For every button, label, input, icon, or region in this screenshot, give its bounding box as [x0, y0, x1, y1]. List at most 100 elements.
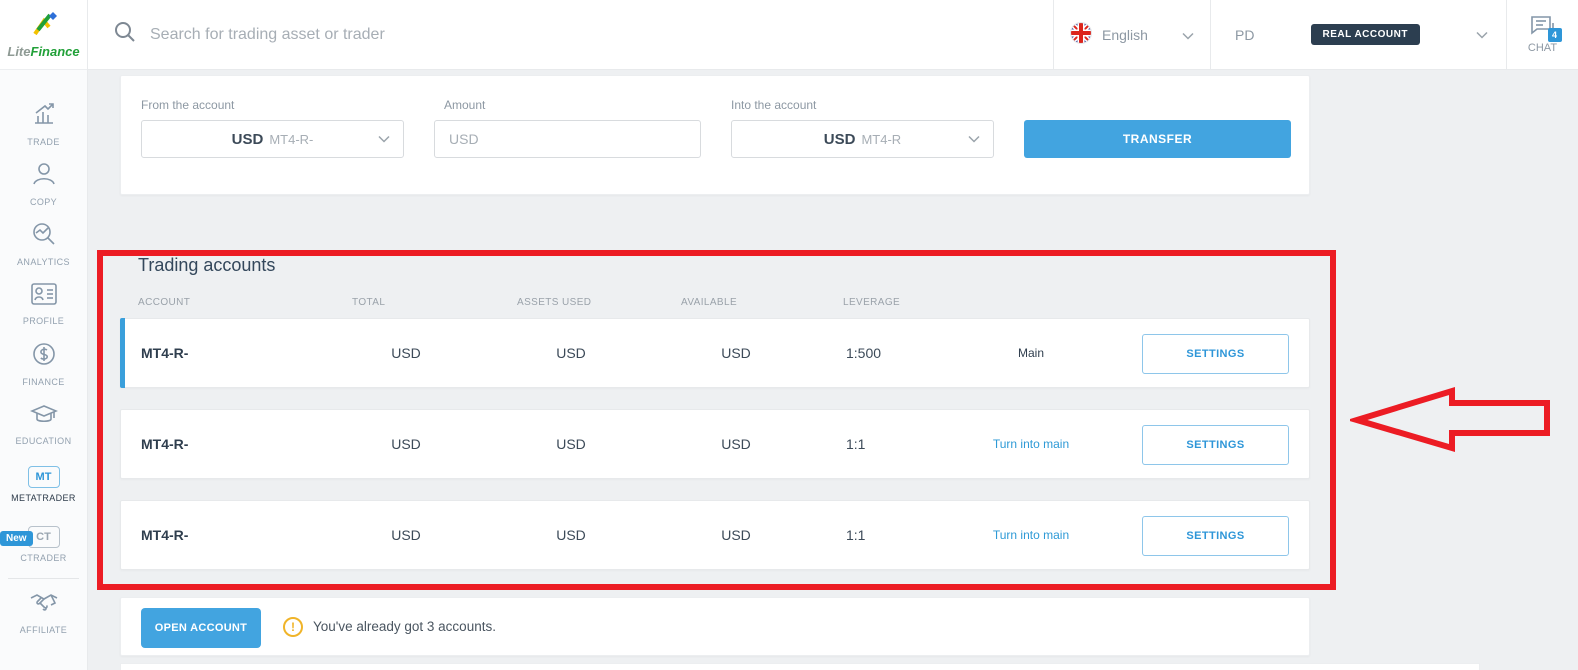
into-account-value: MT4-R: [861, 132, 901, 147]
from-account-select[interactable]: USD MT4-R-: [141, 120, 404, 158]
open-account-panel: OPEN ACCOUNT ! You've already got 3 acco…: [120, 597, 1310, 656]
warning-icon: !: [283, 617, 303, 637]
sidebar-item-label: CTRADER: [20, 553, 66, 563]
chat-unread-badge: 4: [1548, 28, 1562, 42]
real-account-badge: REAL ACCOUNT: [1311, 24, 1420, 45]
column-header-leverage: LEVERAGE: [843, 297, 900, 308]
column-header-total: TOTAL: [352, 297, 385, 308]
turn-into-main-link[interactable]: Turn into main: [956, 410, 1106, 478]
annotation-left-arrow-icon: [1350, 383, 1555, 463]
language-selector[interactable]: English: [1053, 0, 1210, 69]
metatrader-icon: MT: [28, 466, 60, 488]
from-currency: USD: [232, 131, 264, 148]
column-header-available: AVAILABLE: [681, 297, 737, 308]
language-label: English: [1102, 27, 1148, 43]
sidebar-item-profile[interactable]: PROFILE: [0, 274, 87, 334]
sidebar-item-education[interactable]: EDUCATION: [0, 394, 87, 454]
sidebar-divider: [8, 578, 79, 579]
leverage-value: 1:1: [846, 410, 865, 478]
trading-accounts-title: Trading accounts: [138, 255, 275, 276]
search-input[interactable]: [150, 26, 1027, 44]
chat-label: CHAT: [1528, 42, 1557, 54]
accounts-notice: ! You've already got 3 accounts.: [283, 598, 496, 655]
transfer-form: From the account USD MT4-R- Amount Into …: [120, 75, 1310, 195]
sidebar-item-label: EDUCATION: [16, 436, 72, 446]
turn-into-main-link[interactable]: Turn into main: [956, 501, 1106, 569]
sidebar-item-analytics[interactable]: ANALYTICS: [0, 214, 87, 274]
chat-button[interactable]: 4 CHAT: [1506, 0, 1578, 69]
sidebar-item-finance[interactable]: FINANCE: [0, 334, 87, 394]
sidebar-item-ctrader[interactable]: New CT CTRADER: [0, 514, 87, 574]
trade-icon: [31, 101, 57, 132]
account-name: MT4-R-: [141, 319, 188, 387]
active-row-accent: [120, 318, 125, 388]
into-currency: USD: [824, 131, 856, 148]
total-value: USD: [361, 410, 451, 478]
amount-input[interactable]: [434, 120, 701, 158]
account-menu[interactable]: PD REAL ACCOUNT: [1210, 0, 1506, 69]
account-row-main: MT4-R- USD USD USD 1:500 Main SETTINGS: [120, 318, 1310, 388]
sidebar-item-label: TRADE: [27, 137, 60, 147]
transfer-button[interactable]: TRANSFER: [1024, 120, 1291, 158]
main-status-label: Main: [956, 319, 1106, 387]
litefinance-logo[interactable]: LiteFinance: [0, 0, 87, 70]
account-row: MT4-R- USD USD USD 1:1 Turn into main SE…: [120, 409, 1310, 479]
education-icon: [30, 402, 58, 431]
sidebar-item-label: COPY: [30, 197, 57, 207]
main-content: From the account USD MT4-R- Amount Into …: [88, 70, 1578, 670]
available-value: USD: [691, 319, 781, 387]
litefinance-logo-icon: [27, 10, 61, 43]
sidebar-item-trade[interactable]: TRADE: [0, 94, 87, 154]
chevron-down-icon: [378, 130, 390, 148]
available-value: USD: [691, 501, 781, 569]
finance-icon: [31, 341, 57, 372]
uk-flag-icon: [1070, 22, 1092, 47]
sidebar-item-label: METATRADER: [11, 493, 76, 503]
profile-icon: [30, 282, 58, 311]
account-row: MT4-R- USD USD USD 1:1 Turn into main SE…: [120, 500, 1310, 570]
settings-button[interactable]: SETTINGS: [1142, 425, 1289, 465]
search-bar: [88, 0, 1053, 69]
sidebar-item-metatrader[interactable]: MT METATRADER: [0, 454, 87, 514]
sidebar: LiteFinance TRADE COPY: [0, 0, 88, 670]
sidebar-item-affiliate[interactable]: AFFILIATE: [0, 583, 87, 643]
settings-button[interactable]: SETTINGS: [1142, 334, 1289, 374]
amount-label: Amount: [444, 98, 485, 112]
sidebar-item-copy[interactable]: COPY: [0, 154, 87, 214]
assets-used-value: USD: [526, 319, 616, 387]
chevron-down-icon: [1476, 26, 1488, 44]
sidebar-item-label: AFFILIATE: [20, 625, 67, 635]
column-header-account: ACCOUNT: [138, 297, 190, 308]
settings-button[interactable]: SETTINGS: [1142, 516, 1289, 556]
chat-icon: 4: [1529, 15, 1557, 39]
from-account-label: From the account: [141, 98, 234, 112]
sidebar-nav: TRADE COPY ANALYTICS: [0, 70, 87, 643]
from-account-value: MT4-R-: [269, 132, 313, 147]
litefinance-app: LiteFinance TRADE COPY: [0, 0, 1578, 670]
notice-text: You've already got 3 accounts.: [313, 619, 496, 634]
sidebar-item-label: ANALYTICS: [17, 257, 70, 267]
user-initials: PD: [1235, 27, 1254, 43]
next-section-edge: [120, 663, 1480, 670]
brand-name: LiteFinance: [7, 44, 79, 59]
assets-used-value: USD: [526, 501, 616, 569]
account-name: MT4-R-: [141, 501, 188, 569]
sidebar-item-label: FINANCE: [22, 377, 64, 387]
chevron-down-icon: [968, 130, 980, 148]
new-badge: New: [0, 531, 33, 546]
topbar: English PD REAL ACCOUNT 4 CHAT: [88, 0, 1578, 70]
leverage-value: 1:500: [846, 319, 881, 387]
into-account-label: Into the account: [731, 98, 816, 112]
affiliate-icon: [29, 591, 59, 620]
chevron-down-icon: [1182, 27, 1194, 43]
into-account-select[interactable]: USD MT4-R: [731, 120, 994, 158]
total-value: USD: [361, 501, 451, 569]
total-value: USD: [361, 319, 451, 387]
search-icon: [114, 21, 136, 48]
leverage-value: 1:1: [846, 501, 865, 569]
analytics-icon: [31, 221, 57, 252]
sidebar-item-label: PROFILE: [23, 316, 64, 326]
open-account-button[interactable]: OPEN ACCOUNT: [141, 608, 261, 648]
copy-trading-icon: [31, 161, 57, 192]
assets-used-value: USD: [526, 410, 616, 478]
